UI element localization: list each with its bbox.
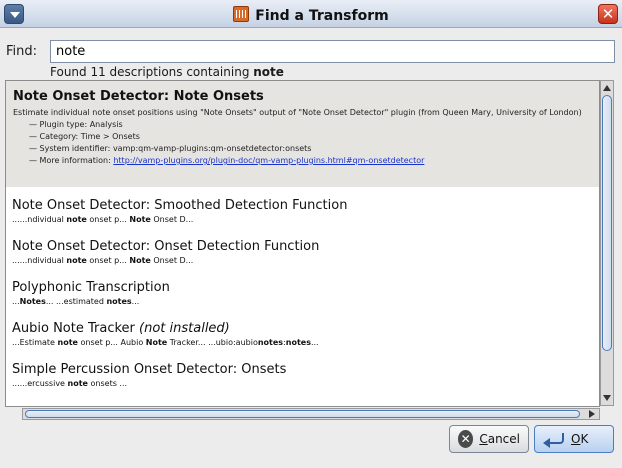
result-match-snippet: ......ercussive note onsets ... <box>12 379 128 388</box>
result-name: Note Onset Detector: Note Onsets <box>13 89 264 104</box>
result-match-snippet: ...Notes... ...estimated notes... <box>12 297 140 306</box>
cancel-button-label: Cancel <box>479 432 520 446</box>
more-info-link[interactable]: http://vamp-plugins.org/plugin-doc/qm-va… <box>113 156 424 165</box>
found-term: note <box>253 65 284 79</box>
result-name: Polyphonic Transcription <box>12 280 170 295</box>
found-status: Found 11 descriptions containing note <box>50 65 284 79</box>
find-label: Find: <box>6 44 38 59</box>
results-list[interactable]: Note Onset Detector: Note Onsets Estimat… <box>5 80 600 407</box>
window-title: Find a Transform <box>255 8 389 24</box>
result-name: Note Onset Detector: Onset Detection Fun… <box>12 239 320 254</box>
title-bar[interactable]: Find a Transform ✕ <box>0 0 622 28</box>
detail-value: vamp:qm-vamp-plugins:qm-onsetdetector:on… <box>112 144 312 153</box>
cancel-icon: ✕ <box>458 430 474 448</box>
scroll-down-icon[interactable] <box>603 395 611 401</box>
result-name: Simple Percussion Onset Detector: Onsets <box>12 362 287 377</box>
detail-value: Time > Onsets <box>80 132 140 141</box>
find-input[interactable] <box>50 40 615 63</box>
result-item[interactable]: Note Onset Detector: Onset Detection Fun… <box>6 236 599 268</box>
detail-system-id: — System identifier: vamp:qm-vamp-plugin… <box>29 144 312 153</box>
detail-plugin-type: — Plugin type: Analysis <box>29 120 123 129</box>
detail-value: Analysis <box>89 120 123 129</box>
horizontal-scrollbar[interactable] <box>22 408 600 420</box>
window-title-wrap: Find a Transform <box>0 6 622 24</box>
result-item-selected[interactable]: Note Onset Detector: Note Onsets Estimat… <box>6 81 599 187</box>
result-match-snippet: ...Estimate note onset p... Aubio Note T… <box>12 338 319 347</box>
ok-button-label: OK <box>571 432 589 446</box>
vertical-scrollbar[interactable] <box>600 80 614 406</box>
result-item[interactable]: Polyphonic Transcription ...Notes... ...e… <box>6 277 599 309</box>
result-item[interactable]: Simple Percussion Onset Detector: Onsets… <box>6 359 599 391</box>
detail-label: System identifier: <box>39 144 111 153</box>
detail-more-info: — More information: http://vamp-plugins.… <box>29 156 425 165</box>
result-match-snippet: ......ndividual note onset p... Note Ons… <box>12 215 194 224</box>
detail-label: Category: <box>39 132 79 141</box>
close-icon[interactable]: ✕ <box>598 4 618 24</box>
detail-label: Plugin type: <box>39 120 88 129</box>
ok-button[interactable]: OK <box>534 425 614 453</box>
cancel-button[interactable]: ✕ Cancel <box>449 425 529 453</box>
scroll-up-icon[interactable] <box>603 85 611 91</box>
result-name: Aubio Note Tracker (not installed) <box>12 321 230 336</box>
scroll-right-icon[interactable] <box>589 410 595 418</box>
horizontal-scroll-thumb[interactable] <box>25 410 580 418</box>
waveform-app-icon <box>233 6 250 22</box>
result-match-snippet: ......ndividual note onset p... Note Ons… <box>12 256 194 265</box>
found-prefix: Found 11 descriptions containing <box>50 65 254 79</box>
detail-category: — Category: Time > Onsets <box>29 132 140 141</box>
result-item[interactable]: Note Onset Detector: Smoothed Detection … <box>6 195 599 227</box>
result-description: Estimate individual note onset positions… <box>13 108 582 117</box>
result-item[interactable]: Aubio Note Tracker (not installed) ...Est… <box>6 318 599 350</box>
ok-arrow-icon <box>543 432 565 448</box>
detail-label: More information: <box>39 156 111 165</box>
result-name: Note Onset Detector: Smoothed Detection … <box>12 198 348 213</box>
vertical-scroll-thumb[interactable] <box>602 95 612 351</box>
